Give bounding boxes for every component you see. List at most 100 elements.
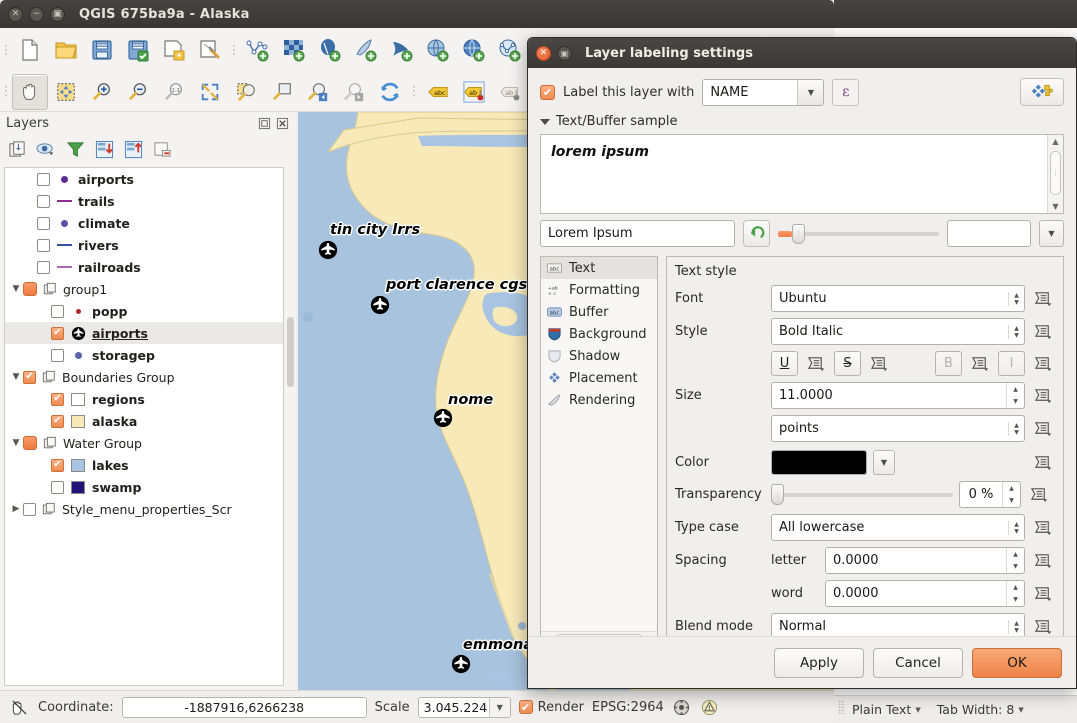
- layer-row-airports[interactable]: airports: [5, 168, 283, 190]
- layer-visibility-checkbox[interactable]: [51, 414, 64, 428]
- layer-row-alaska[interactable]: alaska: [5, 410, 283, 432]
- data-defined-override-icon[interactable]: [867, 352, 891, 376]
- layer-visibility-checkbox[interactable]: [37, 194, 50, 208]
- sample-text-input[interactable]: Lorem Ipsum: [540, 220, 735, 247]
- layer-row-boundaries-group[interactable]: ▼ Boundaries Group: [5, 366, 283, 388]
- chevron-down-icon[interactable]: [540, 118, 550, 125]
- open-project-icon[interactable]: [48, 32, 84, 68]
- resize-grip[interactable]: [838, 700, 845, 714]
- layer-row-regions[interactable]: regions: [5, 388, 283, 410]
- transparency-stepper[interactable]: ▲ ▼: [1002, 482, 1020, 507]
- filter-legend-icon[interactable]: [64, 138, 86, 160]
- bold-toggle[interactable]: B: [935, 351, 962, 376]
- layer-tree[interactable]: airports trails climate rivers railroads ▼ gro…: [4, 167, 284, 686]
- pan-map-tool[interactable]: [12, 73, 48, 110]
- add-vector-layer-icon[interactable]: [240, 32, 276, 68]
- sample-vertical-scrollbar[interactable]: ▲ ⋮ ▼: [1047, 135, 1063, 213]
- group-visibility-toggle[interactable]: [23, 436, 37, 450]
- add-wms-layer-icon[interactable]: [456, 32, 492, 68]
- chevron-down-icon[interactable]: ▼: [797, 79, 824, 105]
- close-icon[interactable]: ✕: [536, 45, 551, 61]
- slider-knob[interactable]: ⋮: [771, 484, 784, 505]
- sample-scrollbar-thumb[interactable]: ⋮: [1050, 151, 1061, 195]
- crs-status-icon[interactable]: [672, 699, 692, 716]
- layers-scrollbar[interactable]: [286, 167, 295, 686]
- font-combo[interactable]: Ubuntu ▲ ▼: [771, 285, 1025, 312]
- layer-visibility-checkbox[interactable]: [23, 502, 36, 516]
- coordinate-input[interactable]: -1887916,6266238: [121, 696, 367, 718]
- spacing-word-spinbox[interactable]: 0.0000 ▲ ▼: [825, 580, 1025, 607]
- save-project-as-icon[interactable]: [120, 32, 156, 68]
- layer-row-style-menu-properties-scr[interactable]: ▶ Style_menu_properties_Scr: [5, 498, 283, 520]
- close-panel-icon[interactable]: [275, 116, 290, 131]
- zoom-last-tool[interactable]: [300, 74, 336, 110]
- chevron-down-icon[interactable]: ▼: [488, 697, 510, 717]
- nav-item-shadow[interactable]: Shadow: [541, 345, 657, 367]
- data-defined-override-icon[interactable]: [804, 352, 828, 376]
- layer-row-swamp[interactable]: swamp: [5, 476, 283, 498]
- data-defined-override-icon[interactable]: [1031, 549, 1055, 573]
- spacing-letter-spinbox[interactable]: 0.0000 ▲ ▼: [825, 547, 1025, 574]
- render-checkbox[interactable]: Render: [518, 700, 584, 715]
- size-unit-combo[interactable]: points ▲ ▼: [771, 415, 1025, 442]
- spacing-word-stepper[interactable]: ▲ ▼: [1006, 581, 1024, 606]
- data-defined-override-icon[interactable]: [1031, 384, 1055, 408]
- render-checkbox-box[interactable]: [518, 700, 533, 714]
- messages-warning-icon[interactable]: [700, 699, 720, 716]
- data-defined-override-icon[interactable]: [1027, 483, 1051, 507]
- group-visibility-toggle[interactable]: [23, 282, 37, 296]
- scale-combo[interactable]: 3.045.224 ▼: [417, 696, 511, 718]
- add-postgis-layer-icon[interactable]: [312, 32, 348, 68]
- layer-row-lakes[interactable]: lakes: [5, 454, 283, 476]
- layer-visibility-checkbox[interactable]: [37, 260, 50, 274]
- expression-button[interactable]: ε: [832, 78, 860, 106]
- remove-layer-icon[interactable]: [151, 138, 173, 160]
- ok-button[interactable]: OK: [972, 647, 1062, 678]
- layer-visibility-checkbox[interactable]: [51, 304, 64, 318]
- sample-zoom-input[interactable]: [947, 220, 1031, 247]
- nav-item-buffer[interactable]: abc Buffer: [541, 301, 657, 323]
- toolbar-drag-handle-3[interactable]: [0, 79, 12, 105]
- label-tool[interactable]: abc: [420, 74, 456, 110]
- data-defined-override-icon[interactable]: [1031, 615, 1055, 639]
- italic-toggle[interactable]: I: [998, 351, 1025, 376]
- show-hide-labels-tool[interactable]: ab: [492, 74, 528, 110]
- data-defined-override-icon[interactable]: [1031, 451, 1055, 475]
- layer-visibility-checkbox[interactable]: [51, 326, 64, 340]
- size-stepper[interactable]: ▲ ▼: [1006, 383, 1024, 408]
- zoom-in-tool[interactable]: [84, 74, 120, 110]
- layer-visibility-checkbox[interactable]: [51, 480, 64, 494]
- style-stepper[interactable]: ▲ ▼: [1008, 324, 1024, 339]
- layer-visibility-checkbox[interactable]: [37, 238, 50, 252]
- layer-row-storagep[interactable]: storagep: [5, 344, 283, 366]
- layers-scrollbar-thumb[interactable]: [287, 317, 294, 387]
- zoom-native-resolution-tool[interactable]: 1:1: [156, 74, 192, 110]
- window-minimize-button[interactable]: −: [29, 6, 44, 22]
- add-group-icon[interactable]: [6, 138, 28, 160]
- data-defined-override-icon[interactable]: [968, 352, 992, 376]
- undock-panel-icon[interactable]: [257, 116, 272, 131]
- zoom-next-tool[interactable]: [336, 74, 372, 110]
- manage-layer-visibility-icon[interactable]: [35, 138, 57, 160]
- new-project-icon[interactable]: [12, 32, 48, 68]
- new-print-composer-icon[interactable]: [156, 32, 192, 68]
- data-defined-override-icon[interactable]: [1031, 320, 1055, 344]
- layer-visibility-checkbox[interactable]: [51, 458, 64, 472]
- layer-row-climate[interactable]: climate: [5, 212, 283, 234]
- toolbar-drag-handle-4[interactable]: [408, 79, 420, 105]
- transparency-slider[interactable]: ⋮: [771, 483, 953, 507]
- underline-toggle[interactable]: U: [771, 351, 798, 376]
- nav-item-background[interactable]: Background: [541, 323, 657, 345]
- nav-item-text[interactable]: abc Text: [541, 257, 657, 279]
- layer-row-airports[interactable]: airports: [5, 322, 283, 344]
- typecase-combo[interactable]: All lowercase ▲ ▼: [771, 514, 1025, 541]
- add-raster-layer-icon[interactable]: [276, 32, 312, 68]
- collapse-all-icon[interactable]: [122, 138, 144, 160]
- strikeout-toggle[interactable]: S: [834, 351, 861, 376]
- zoom-to-selection-tool[interactable]: [228, 74, 264, 110]
- transparency-spinbox[interactable]: 0 % ▲ ▼: [959, 481, 1021, 508]
- data-defined-override-icon[interactable]: [1031, 287, 1055, 311]
- save-project-icon[interactable]: [84, 32, 120, 68]
- scroll-down-arrow-icon[interactable]: ▼: [1052, 200, 1058, 213]
- settings-nav-list[interactable]: abc Text +ab < c Formatting abc Buffer Backgrou…: [540, 256, 658, 647]
